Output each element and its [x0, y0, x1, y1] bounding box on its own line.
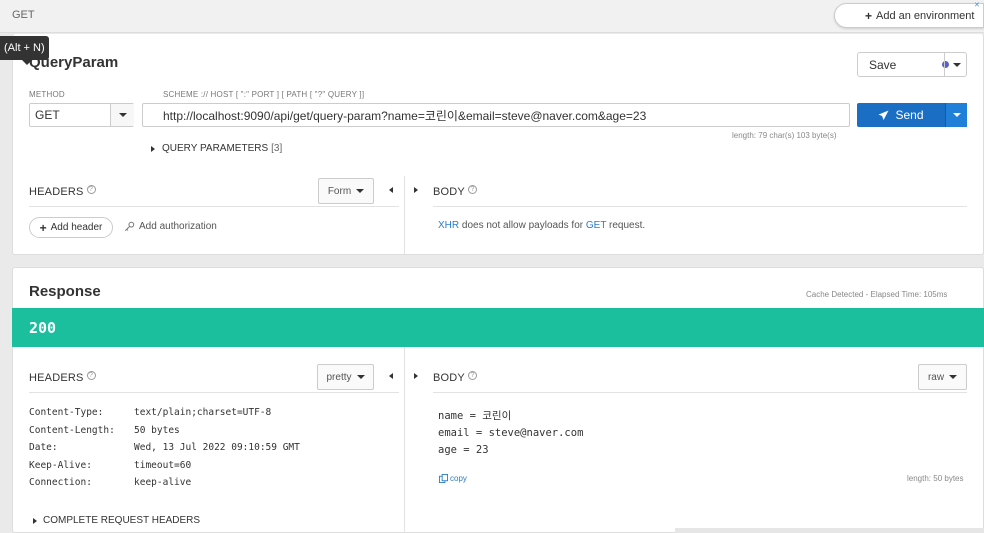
help-circle-icon[interactable]: ?: [467, 185, 477, 194]
chevron-down-icon: [949, 375, 958, 379]
request-tab-label[interactable]: GET: [12, 9, 35, 21]
header-name: Date:: [29, 442, 58, 453]
chevron-down-icon: [356, 375, 365, 379]
response-body-mode-label: raw: [927, 371, 945, 383]
chevron-right-icon: [33, 517, 37, 524]
paper-plane-icon: [878, 109, 890, 120]
header-name: Content-Length:: [29, 424, 115, 436]
header-value: keep-alive: [134, 477, 192, 488]
plus-icon: +: [39, 220, 47, 235]
add-header-button[interactable]: + Add header: [29, 217, 113, 238]
request-title: QueryParam: [29, 54, 119, 71]
method-label: METHOD: [29, 90, 65, 99]
request-headers-label: HEADERS: [29, 186, 84, 198]
url-scheme-hint: SCHEME :// HOST [ ":" PORT ] [ PATH [ "?…: [163, 90, 365, 99]
response-body-content[interactable]: name = 코린이 email = steve@naver.com age =…: [438, 408, 583, 459]
body-notice-middle: does not allow payloads for: [459, 220, 586, 231]
plus-icon: +: [865, 8, 873, 23]
add-authorization-label: Add authorization: [139, 221, 217, 232]
copy-button[interactable]: copy: [439, 474, 467, 483]
save-label: Save: [869, 57, 897, 72]
body-notice: XHR does not allow payloads for GET requ…: [438, 220, 645, 231]
query-parameters-label: QUERY PARAMETERS: [162, 143, 269, 154]
response-headers-title: HEADERS?: [29, 371, 96, 384]
response-body-length: length: 50 bytes: [907, 474, 964, 483]
complete-request-headers-label: COMPLETE REQUEST HEADERS: [43, 515, 201, 526]
help-circle-icon[interactable]: ?: [86, 185, 96, 194]
method-select[interactable]: GET: [29, 103, 134, 127]
response-body-title: BODY?: [433, 371, 477, 384]
url-length-info: length: 79 char(s) 103 byte(s): [732, 131, 837, 140]
header-value: timeout=60: [134, 459, 192, 471]
header-value: text/plain;charset=UTF-8: [134, 407, 272, 418]
request-body-title: BODY?: [433, 185, 477, 198]
response-headers-names: Content-Type: Content-Length: Date: Keep…: [29, 404, 115, 492]
divider: [29, 392, 399, 393]
copy-icon: [439, 474, 448, 483]
response-title: Response: [29, 283, 101, 300]
response-headers-label: HEADERS: [29, 372, 84, 384]
body-line: email = steve@naver.com: [438, 427, 584, 439]
response-headers-mode-dropdown[interactable]: pretty: [317, 364, 374, 390]
header-value: 50 bytes: [134, 424, 180, 436]
close-icon[interactable]: ✕: [974, 1, 980, 9]
headers-mode-label: Form: [327, 185, 352, 197]
divider: [433, 206, 967, 207]
expand-right-icon[interactable]: [414, 187, 418, 193]
xhr-link[interactable]: XHR: [438, 220, 459, 231]
body-notice-end: request.: [606, 220, 646, 231]
query-parameters-count: [3]: [271, 143, 283, 154]
add-authorization-link[interactable]: Add authorization: [124, 221, 217, 232]
copy-label: copy: [450, 474, 467, 483]
add-environment-label: Add an environment: [876, 9, 975, 22]
status-code: 200: [29, 318, 57, 337]
help-circle-icon[interactable]: ?: [467, 371, 477, 380]
request-headers-title: HEADERS?: [29, 185, 96, 198]
header-name: Connection:: [29, 477, 92, 488]
chevron-down-icon: [356, 189, 365, 193]
body-line: age = 23: [438, 444, 489, 456]
add-header-label: Add header: [50, 222, 103, 233]
request-body-label: BODY: [433, 186, 465, 198]
status-code-bar: 200: [12, 308, 984, 347]
header-value: Wed, 13 Jul 2022 09:10:59 GMT: [134, 442, 300, 453]
response-body-label: BODY: [433, 372, 465, 384]
vertical-divider: [404, 347, 405, 533]
expand-right-icon[interactable]: [414, 373, 418, 379]
save-dropdown-toggle[interactable]: [944, 53, 968, 76]
save-button[interactable]: Save: [857, 52, 967, 77]
response-headers-values: text/plain;charset=UTF-8 50 bytes Wed, 1…: [134, 404, 300, 492]
collapse-left-icon[interactable]: [389, 373, 393, 379]
help-circle-icon[interactable]: ?: [86, 371, 96, 380]
response-body-mode-dropdown[interactable]: raw: [918, 364, 967, 390]
headers-mode-dropdown[interactable]: Form: [318, 178, 374, 204]
url-input[interactable]: [142, 103, 850, 127]
method-dropdown-toggle[interactable]: [110, 104, 134, 126]
vertical-divider: [404, 176, 405, 254]
body-line: name = 코린이: [438, 410, 512, 422]
send-button[interactable]: Send: [857, 103, 967, 127]
method-value: GET: [35, 108, 60, 122]
chevron-down-icon: [118, 113, 127, 117]
chevron-down-icon: [952, 62, 961, 67]
method-link[interactable]: GET: [586, 220, 606, 231]
complete-request-headers-toggle[interactable]: COMPLETE REQUEST HEADERS: [33, 515, 200, 526]
response-headers-mode-label: pretty: [326, 371, 352, 383]
key-icon: [125, 221, 135, 231]
add-environment-button[interactable]: + Add an environment: [834, 3, 984, 28]
chevron-right-icon: [151, 145, 155, 152]
send-dropdown-toggle[interactable]: [945, 103, 967, 127]
chevron-down-icon: [952, 113, 961, 117]
send-label: Send: [895, 108, 924, 122]
divider: [29, 206, 399, 207]
divider: [433, 392, 967, 393]
query-parameters-toggle[interactable]: QUERY PARAMETERS [3]: [151, 143, 282, 154]
cache-info: Cache Detected - Elapsed Time: 105ms: [806, 290, 948, 299]
response-card: [12, 267, 984, 533]
horizontal-scrollbar[interactable]: [675, 528, 984, 533]
collapse-left-icon[interactable]: [389, 187, 393, 193]
header-name: Content-Type:: [29, 407, 104, 418]
header-name: Keep-Alive:: [29, 459, 92, 471]
